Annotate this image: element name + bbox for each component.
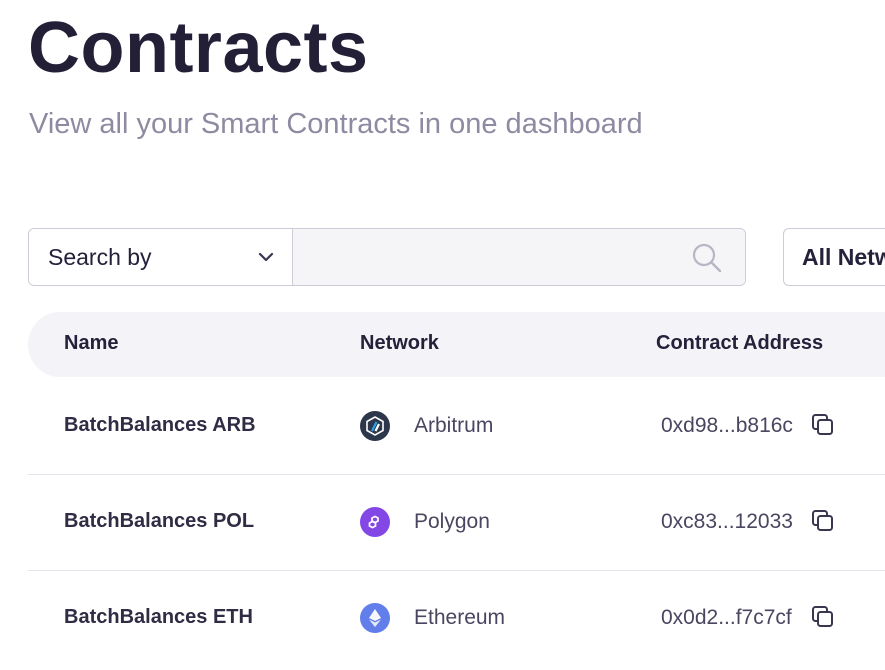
- search-by-label: Search by: [48, 243, 152, 270]
- polygon-icon: [360, 507, 390, 537]
- column-header-contract-address[interactable]: Contract Address: [656, 332, 823, 355]
- column-header-name[interactable]: Name: [64, 332, 118, 355]
- search-field: [293, 229, 745, 285]
- search-icon[interactable]: [691, 242, 723, 274]
- contract-address: 0x0d2...f7c7cf: [661, 606, 792, 629]
- network-name: Arbitrum: [414, 414, 494, 437]
- ethereum-icon: [360, 603, 390, 633]
- copy-icon[interactable]: [810, 604, 836, 630]
- table-row[interactable]: BatchBalances ETH Ethereum 0x0d2...f7c7c…: [28, 570, 885, 666]
- contract-address: 0xc83...12033: [661, 510, 793, 533]
- arbitrum-icon: [360, 411, 390, 441]
- network-filter-select[interactable]: All Netw: [783, 228, 885, 286]
- search-input[interactable]: [293, 229, 745, 285]
- table-row[interactable]: BatchBalances ARB Arbitrum 0xd98...b816c: [28, 378, 885, 475]
- table-row[interactable]: BatchBalances POL Polygon 0xc83...12033: [28, 474, 885, 571]
- network-name: Polygon: [414, 510, 490, 533]
- search-by-select[interactable]: Search by: [29, 229, 293, 285]
- column-header-network[interactable]: Network: [360, 332, 439, 355]
- copy-icon[interactable]: [810, 412, 836, 438]
- copy-icon[interactable]: [810, 508, 836, 534]
- page-subtitle: View all your Smart Contracts in one das…: [29, 108, 643, 140]
- search-bar: Search by: [28, 228, 746, 286]
- network-name: Ethereum: [414, 606, 506, 629]
- contract-address: 0xd98...b816c: [661, 414, 793, 437]
- page-title: Contracts: [28, 8, 369, 88]
- contract-name: BatchBalances ETH: [64, 606, 253, 628]
- contract-name: BatchBalances POL: [64, 510, 255, 532]
- table-header: Name Network Contract Address: [28, 312, 885, 377]
- chevron-down-icon: [258, 252, 274, 262]
- network-filter-label: All Netw: [802, 243, 885, 270]
- contract-name: BatchBalances ARB: [64, 414, 256, 436]
